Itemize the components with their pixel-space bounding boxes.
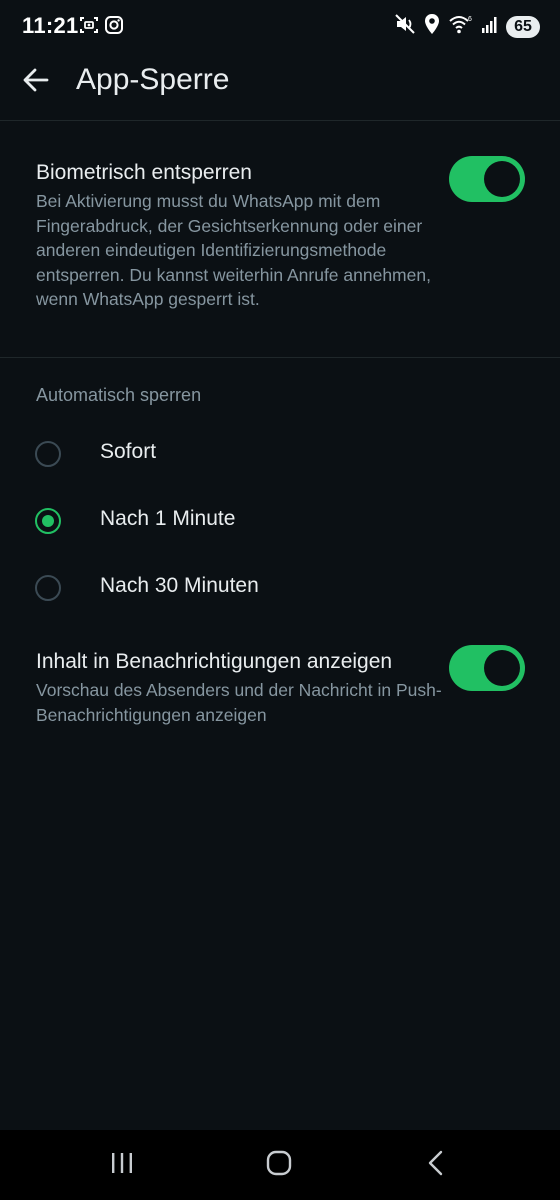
- instagram-icon: [104, 15, 124, 40]
- status-right-icons: 6 65: [394, 13, 540, 40]
- screenshot-icon: [79, 15, 99, 40]
- toggle-knob: [484, 161, 520, 197]
- notification-content-title: Inhalt in Benachrichtigungen anzeigen: [36, 650, 393, 673]
- radio-option-nach-30-minuten[interactable]: Nach 30 Minuten: [0, 564, 560, 614]
- svg-text:6: 6: [468, 16, 472, 23]
- system-nav-bar: [0, 1130, 560, 1200]
- radio-label: Nach 30 Minuten: [100, 574, 259, 597]
- back-icon: [426, 1150, 446, 1181]
- wifi-icon: 6: [448, 13, 474, 40]
- recent-apps-icon: [109, 1151, 135, 1180]
- arrow-back-icon: [22, 66, 50, 99]
- status-left-icons: [79, 15, 124, 40]
- home-button[interactable]: [259, 1145, 299, 1185]
- signal-icon: [481, 14, 499, 39]
- location-icon: [423, 13, 441, 40]
- biometric-setting[interactable]: Biometrisch entsperren Bei Aktivierung m…: [36, 159, 436, 312]
- biometric-title: Biometrisch entsperren: [36, 161, 252, 184]
- radio-button-selected[interactable]: [35, 508, 61, 534]
- biometric-toggle[interactable]: [449, 156, 525, 202]
- radio-button[interactable]: [35, 575, 61, 601]
- notification-content-toggle[interactable]: [449, 645, 525, 691]
- status-time: 11:21: [22, 13, 79, 38]
- home-icon: [266, 1150, 292, 1181]
- radio-label: Nach 1 Minute: [100, 507, 236, 530]
- radio-option-nach-1-minute[interactable]: Nach 1 Minute: [0, 497, 560, 547]
- radio-button[interactable]: [35, 441, 61, 467]
- app-bar: App-Sperre: [0, 50, 560, 121]
- notification-content-setting[interactable]: Inhalt in Benachrichtigungen anzeigen Vo…: [36, 648, 456, 727]
- divider: [0, 357, 560, 358]
- back-button[interactable]: [18, 64, 54, 100]
- radio-label: Sofort: [100, 440, 157, 463]
- radio-option-sofort[interactable]: Sofort: [0, 430, 560, 480]
- notification-content-description: Vorschau des Absenders und der Nachricht…: [36, 680, 442, 725]
- nav-back-button[interactable]: [416, 1145, 456, 1185]
- page-title: App-Sperre: [76, 63, 230, 96]
- mute-icon: [394, 13, 416, 40]
- radio-dot: [42, 515, 54, 527]
- battery-indicator: 65: [506, 15, 540, 38]
- biometric-description: Bei Aktivierung musst du WhatsApp mit de…: [36, 191, 431, 309]
- status-bar: 11:21 6 65: [0, 0, 560, 50]
- toggle-knob: [484, 650, 520, 686]
- auto-lock-header: Automatisch sperren: [36, 385, 202, 405]
- recent-apps-button[interactable]: [102, 1145, 142, 1185]
